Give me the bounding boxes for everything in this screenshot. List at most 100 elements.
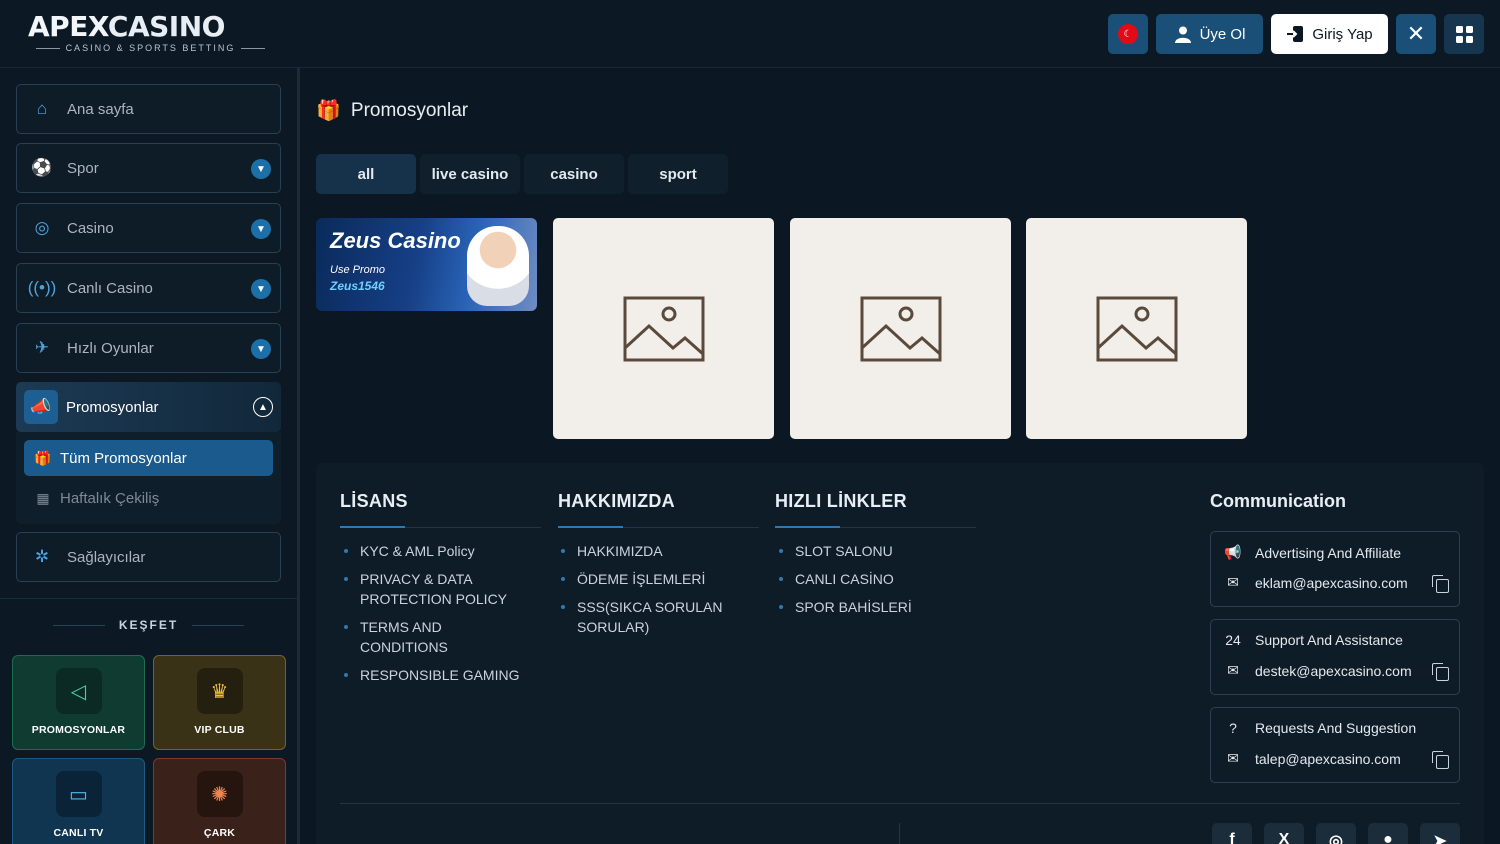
footer-link[interactable]: SSS(SIKCA SORULAN SORULAR) — [557, 597, 747, 637]
chevron-down-icon[interactable]: ▼ — [251, 159, 271, 179]
sidebar: ⌂ Ana sayfa ⚽ Spor ▼ ◎ Casino ▼ ((•)) Ca… — [0, 68, 300, 844]
copy-icon[interactable] — [1432, 663, 1449, 681]
sidebar-item-providers[interactable]: ✲ Sağlayıcılar — [16, 532, 281, 582]
whatsapp-icon[interactable]: ● — [1368, 823, 1408, 844]
ticket-icon: ▦ — [36, 489, 50, 506]
tab-live-casino[interactable]: live casino — [420, 154, 520, 194]
signup-button[interactable]: Üye Ol — [1156, 14, 1263, 54]
casino-chip-icon: ◎ — [34, 218, 50, 237]
footer-column-divider — [775, 526, 976, 528]
chevron-down-icon[interactable]: ▼ — [251, 339, 271, 359]
sidebar-item-casino[interactable]: ◎ Casino ▼ — [16, 203, 281, 253]
sidebar-item-fast-games[interactable]: ✈ Hızlı Oyunlar ▼ — [16, 323, 281, 373]
live-broadcast-icon: ((•)) — [27, 278, 57, 297]
promo-card-zeus[interactable]: Zeus Casino Use Promo Zeus1546 — [316, 218, 537, 311]
sidebar-item-live-casino[interactable]: ((•)) Canlı Casino ▼ — [16, 263, 281, 313]
sidebar-divider — [0, 598, 297, 599]
turkey-flag-icon: ☾ — [1118, 24, 1138, 44]
apexcasino-logo[interactable]: APEXCASINO CASINO & SPORTS BETTING — [28, 12, 273, 56]
image-placeholder-icon — [860, 296, 941, 361]
logo-tagline: CASINO & SPORTS BETTING — [28, 43, 273, 53]
sport-icon: ⚽ — [31, 158, 53, 177]
tab-sport[interactable]: sport — [628, 154, 728, 194]
promo-card[interactable] — [1026, 218, 1247, 439]
contact-email[interactable]: eklam@apexcasino.com — [1255, 575, 1408, 591]
copy-icon[interactable] — [1432, 575, 1449, 593]
sidebar-item-sport[interactable]: ⚽ Spor ▼ — [16, 143, 281, 193]
promo-card[interactable] — [553, 218, 774, 439]
image-placeholder-icon — [1096, 296, 1177, 361]
footer-link[interactable]: TERMS AND CONDITIONS — [340, 617, 490, 657]
submenu-item-weekly-draw[interactable]: ▦ Haftalık Çekiliş — [24, 480, 273, 516]
submenu-item-all-promotions[interactable]: 🎁 Tüm Promosyonlar — [24, 440, 273, 476]
footer-about-title: HAKKIMIZDA — [558, 491, 675, 511]
tab-all[interactable]: all — [316, 154, 416, 194]
tile-vip-club[interactable]: ♛ VIP CLUB — [153, 655, 286, 750]
facebook-icon[interactable]: f — [1212, 823, 1252, 844]
mail-icon: ✉ — [1227, 662, 1239, 678]
mail-icon: ✉ — [1227, 750, 1239, 766]
discover-heading: KEŞFET — [0, 618, 297, 632]
gift-icon: 🎁 — [316, 100, 341, 122]
language-button[interactable]: ☾ — [1108, 14, 1148, 54]
footer-link[interactable]: SLOT SALONU — [775, 541, 975, 561]
footer-link[interactable]: CANLI CASİNO — [775, 569, 975, 589]
image-placeholder-icon — [623, 296, 704, 361]
contact-box-requests: ? Requests And Suggestion ✉ talep@apexcasi… — [1210, 707, 1460, 783]
chevron-up-icon[interactable]: ▲ — [253, 397, 273, 417]
sidebar-item-promotions[interactable]: 📣 Promosyonlar ▲ — [16, 382, 281, 432]
mail-icon: ✉ — [1227, 574, 1239, 590]
support-24-icon: 24 — [1225, 632, 1241, 648]
tab-casino[interactable]: casino — [524, 154, 624, 194]
user-icon — [1174, 26, 1191, 43]
footer-column-divider — [558, 526, 759, 528]
footer-column-divider — [340, 526, 541, 528]
megaphone-icon: 📢 — [1224, 544, 1242, 560]
wheel-icon: ✺ — [196, 771, 243, 817]
login-button[interactable]: Giriş Yap — [1271, 14, 1388, 54]
airplane-icon: ✈ — [34, 338, 50, 357]
footer-link[interactable]: SPOR BAHİSLERİ — [775, 597, 975, 617]
footer-link[interactable]: PRIVACY & DATA PROTECTION POLICY — [340, 569, 540, 609]
sidebar-item-home[interactable]: ⌂ Ana sayfa — [16, 84, 281, 134]
promo-card[interactable] — [790, 218, 1011, 439]
telegram-icon[interactable]: ➤ — [1420, 823, 1460, 844]
page-title: 🎁 Promosyonlar — [316, 99, 469, 123]
x-icon[interactable]: X — [1264, 823, 1304, 844]
megaphone-icon: ◁ — [55, 668, 102, 714]
footer-link[interactable]: RESPONSIBLE GAMING — [340, 665, 540, 685]
gift-icon: 🎁 — [34, 449, 52, 466]
footer-link[interactable]: KYC & AML Policy — [340, 541, 540, 561]
home-icon: ⌂ — [36, 99, 48, 118]
contact-box-advertising: 📢 Advertising And Affiliate ✉ eklam@apexca… — [1210, 531, 1460, 607]
footer-link[interactable]: ÖDEME İŞLEMLERİ — [557, 569, 757, 589]
promotions-submenu: 🎁 Tüm Promosyonlar ▦ Haftalık Çekiliş — [16, 432, 281, 524]
footer-quick-links-title: HIZLI LİNKLER — [775, 491, 907, 511]
close-icon: ✕ — [1406, 21, 1426, 46]
grid-icon — [1455, 25, 1473, 43]
communication-title: Communication — [1210, 491, 1347, 511]
footer-license-title: LİSANS — [340, 491, 408, 511]
megaphone-icon: 📣 — [24, 390, 58, 424]
contact-email[interactable]: destek@apexcasino.com — [1255, 663, 1412, 679]
contact-box-support: 24 Support And Assistance ✉ destek@apexcas… — [1210, 619, 1460, 695]
instagram-icon[interactable]: ◎ — [1316, 823, 1356, 844]
crown-icon: ♛ — [196, 668, 243, 714]
close-button[interactable]: ✕ — [1396, 14, 1436, 54]
tile-live-tv[interactable]: ▭ CANLI TV — [12, 758, 145, 844]
tv-icon: ▭ — [55, 771, 102, 817]
contact-email[interactable]: talep@apexcasino.com — [1255, 751, 1401, 767]
footer-link[interactable]: HAKKIMIZDA — [557, 541, 757, 561]
top-header: APEXCASINO CASINO & SPORTS BETTING ☾ Üye… — [0, 0, 1500, 68]
login-icon — [1287, 26, 1304, 42]
menu-grid-button[interactable] — [1444, 14, 1484, 54]
chevron-down-icon[interactable]: ▼ — [251, 219, 271, 239]
footer: LİSANS KYC & AML Policy PRIVACY & DATA P… — [316, 463, 1484, 844]
tile-wheel[interactable]: ✺ ÇARK — [153, 758, 286, 844]
tile-promotions[interactable]: ◁ PROMOSYONLAR — [12, 655, 145, 750]
copy-icon[interactable] — [1432, 751, 1449, 769]
chevron-down-icon[interactable]: ▼ — [251, 279, 271, 299]
footer-vertical-divider — [899, 823, 900, 844]
network-icon: ✲ — [34, 547, 50, 566]
question-icon: ? — [1229, 720, 1237, 736]
